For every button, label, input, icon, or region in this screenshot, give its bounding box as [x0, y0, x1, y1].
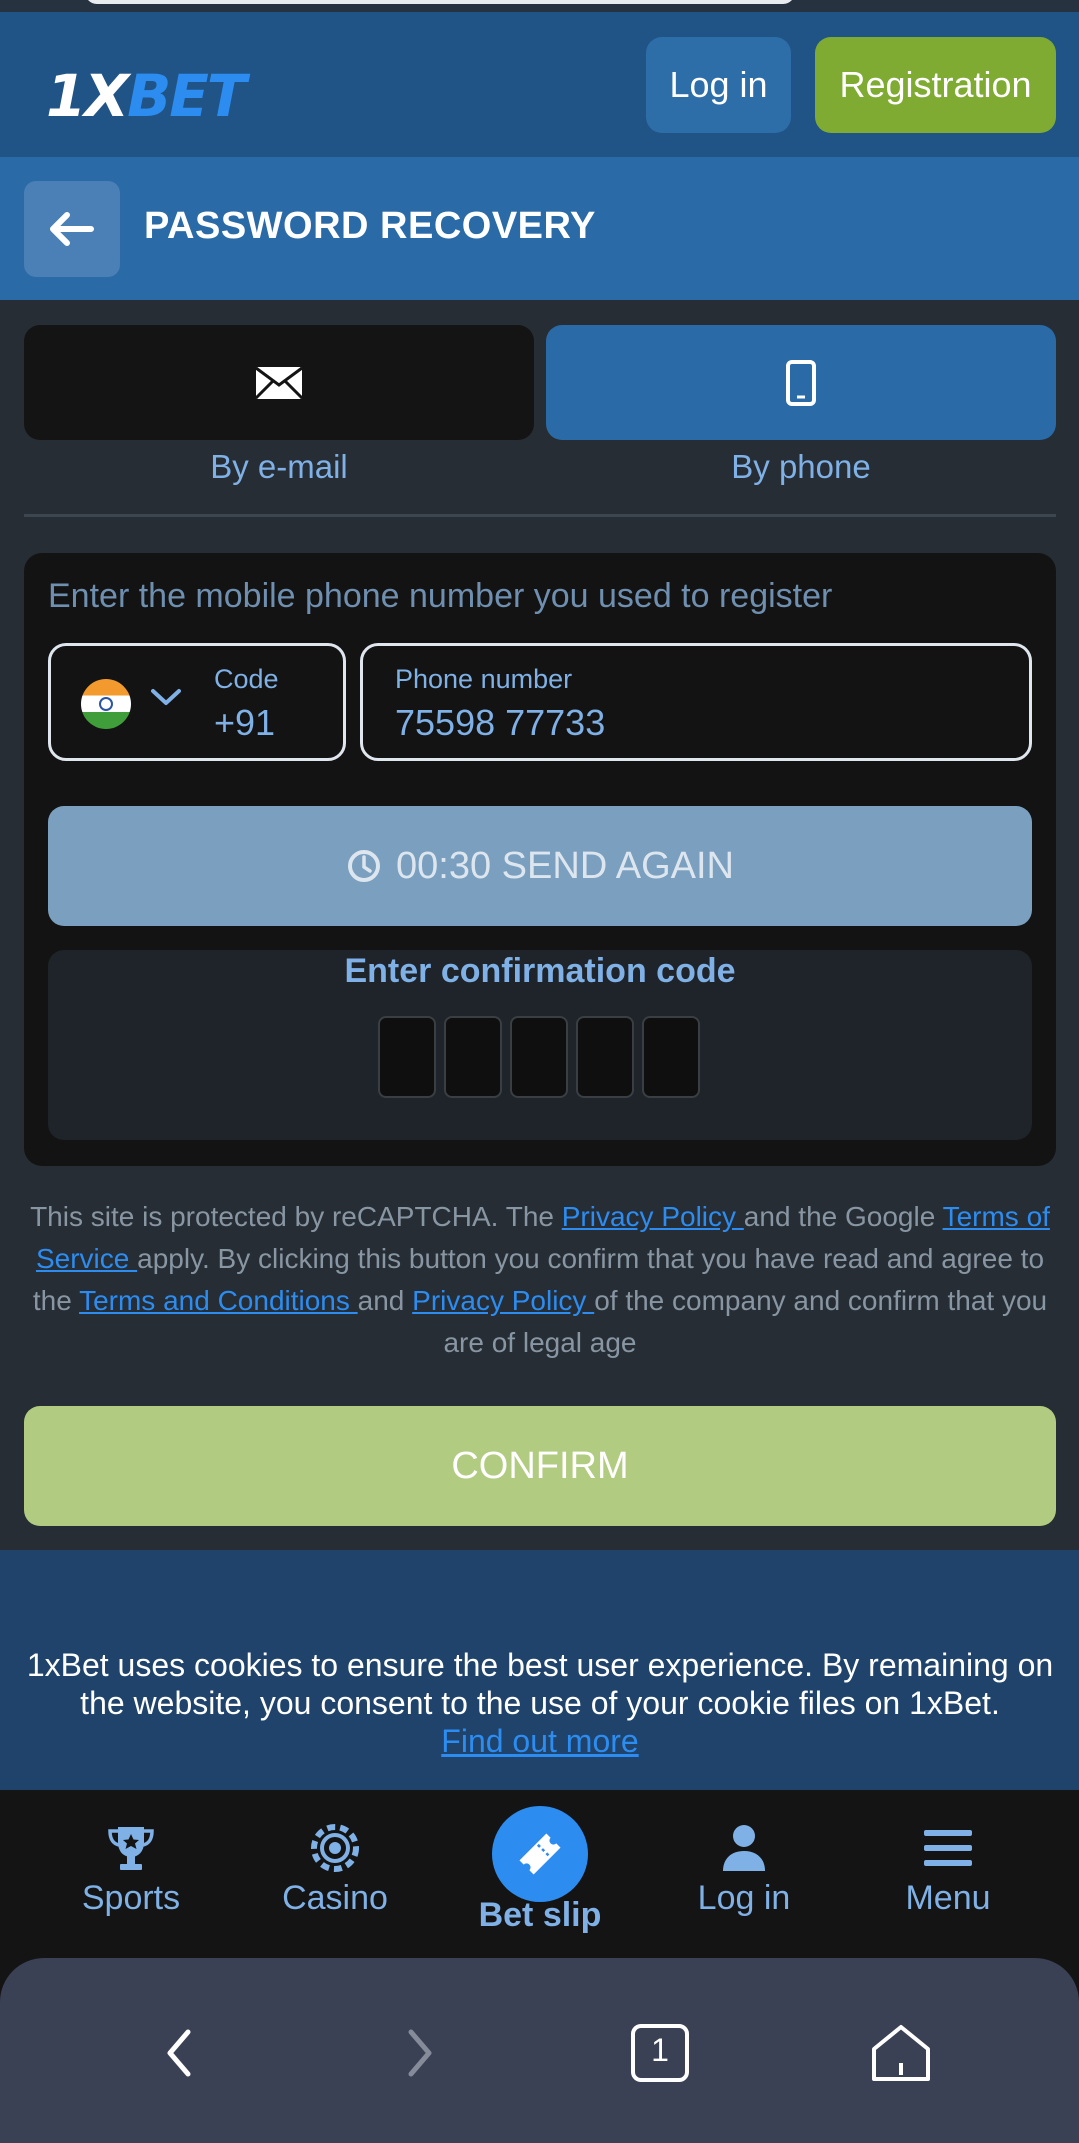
envelope-icon [254, 366, 304, 399]
browser-home-button[interactable] [866, 2018, 936, 2088]
code-digit-input[interactable] [576, 1016, 634, 1098]
login-button[interactable]: Log in [646, 37, 791, 133]
privacy-policy-link[interactable]: Privacy Policy [562, 1201, 744, 1232]
clock-icon [348, 850, 381, 882]
browser-back-button[interactable] [144, 2018, 214, 2088]
home-icon [872, 2025, 930, 2081]
tab-count: 1 [651, 2032, 669, 2068]
phone-number-field[interactable]: Phone number 75598 77733 [360, 643, 1032, 761]
code-digit-input[interactable] [378, 1016, 436, 1098]
phone-recovery-card: Enter the mobile phone number you used t… [24, 553, 1056, 1166]
nav-bet-slip[interactable] [492, 1806, 588, 1902]
confirmation-code-panel: Enter confirmation code [48, 950, 1032, 1140]
cookie-banner: 1xBet uses cookies to ensure the best us… [0, 1550, 1079, 1790]
nav-menu[interactable]: Menu [848, 1790, 1048, 1958]
company-privacy-policy-link[interactable]: Privacy Policy [412, 1285, 594, 1316]
chevron-right-icon [408, 2029, 432, 2077]
code-value: +91 [214, 702, 276, 743]
legal-text: This site is protected by reCAPTCHA. The… [30, 1201, 1050, 1358]
site-header: 1XBET Log in Registration [0, 12, 1079, 157]
arrow-left-icon [50, 212, 94, 246]
user-icon [723, 1825, 765, 1871]
browser-url-pill [85, 0, 795, 4]
india-flag-icon [81, 679, 131, 729]
divider [24, 514, 1056, 517]
code-digit-input[interactable] [444, 1016, 502, 1098]
nav-casino[interactable]: Casino [235, 1790, 435, 1958]
browser-forward-button[interactable] [385, 2018, 455, 2088]
registration-button[interactable]: Registration [815, 37, 1056, 133]
phone-number-label: Phone number [395, 664, 573, 694]
nav-login[interactable]: Log in [644, 1790, 844, 1958]
chevron-down-icon [151, 689, 181, 705]
send-again-label: 00:30 SEND AGAIN [396, 844, 734, 887]
code-label: Code [214, 664, 279, 694]
recovery-content: By e-mail By phone Enter the mobile phon… [0, 300, 1079, 1550]
chevron-left-icon [167, 2029, 191, 2077]
confirm-button[interactable]: CONFIRM [24, 1406, 1056, 1526]
menu-icon [924, 1830, 972, 1866]
system-status-strip [0, 0, 1079, 12]
bottom-navigation: Sports Casino Bet slip Log in Menu [0, 1790, 1079, 1958]
confirmation-code-inputs [378, 1016, 700, 1098]
phone-hint: Enter the mobile phone number you used t… [48, 577, 833, 615]
send-again-button[interactable]: 00:30 SEND AGAIN [48, 806, 1032, 926]
bet-slip-label[interactable]: Bet slip [440, 1896, 640, 1935]
ticket-icon [519, 1833, 561, 1875]
terms-and-conditions-link[interactable]: Terms and Conditions [79, 1285, 358, 1316]
code-digit-input[interactable] [642, 1016, 700, 1098]
casino-chip-icon [311, 1824, 359, 1872]
browser-toolbar: 1 [0, 1958, 1079, 2143]
trophy-icon [108, 1827, 154, 1870]
tab-label-email[interactable]: By e-mail [24, 448, 534, 486]
code-digit-input[interactable] [510, 1016, 568, 1098]
phone-icon [786, 359, 816, 406]
confirmation-title: Enter confirmation code [344, 952, 736, 990]
tab-by-phone[interactable] [546, 325, 1056, 440]
page-title: PASSWORD RECOVERY [144, 205, 596, 247]
browser-tabs-button[interactable]: 1 [625, 2018, 695, 2088]
site-logo[interactable]: 1XBET [46, 62, 246, 130]
phone-number-value: 75598 77733 [395, 702, 606, 743]
page-title-bar: PASSWORD RECOVERY [0, 157, 1079, 300]
tab-label-phone[interactable]: By phone [546, 448, 1056, 486]
country-code-select[interactable]: Code +91 [48, 643, 346, 761]
find-out-more-link[interactable]: Find out more [441, 1723, 638, 1759]
tab-by-email[interactable] [24, 325, 534, 440]
back-button[interactable] [24, 181, 120, 277]
cookie-text: 1xBet uses cookies to ensure the best us… [26, 1647, 1054, 1759]
nav-sports[interactable]: Sports [31, 1790, 231, 1958]
